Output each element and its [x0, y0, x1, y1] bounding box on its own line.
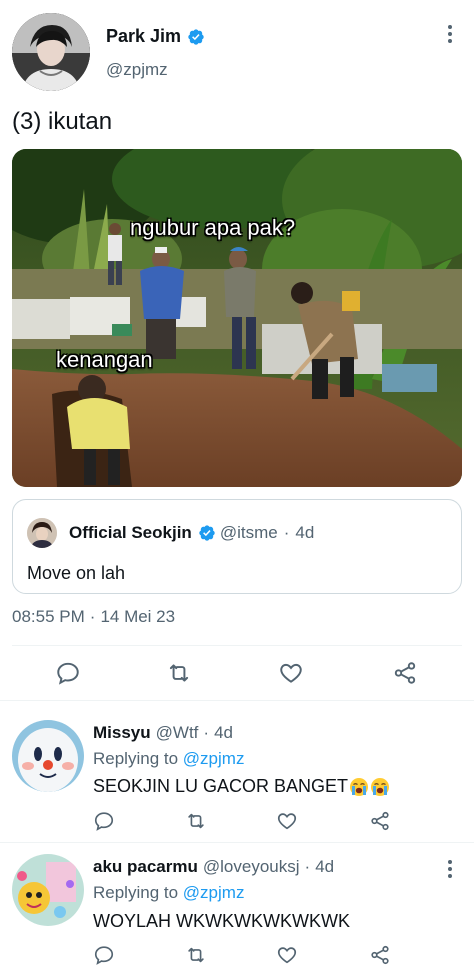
quoted-tweet[interactable]: Official Seokjin @itsme · 4d Move on lah — [12, 499, 462, 594]
divider — [12, 645, 462, 646]
reply-time: 4d — [315, 857, 335, 876]
reply-author-name[interactable]: aku pacarmu — [93, 857, 198, 877]
like-icon[interactable] — [275, 810, 299, 832]
loudly-crying-face-icon — [349, 777, 369, 797]
verified-badge-icon — [187, 28, 205, 46]
quote-text: Move on lah — [27, 563, 126, 583]
quote-verified-badge-icon — [198, 524, 216, 542]
author-name[interactable]: Park Jim — [106, 26, 181, 47]
author-handle[interactable]: @zpjmz — [106, 60, 168, 80]
tweet-timestamp[interactable]: 08:55 PM · 14 Mei 23 — [12, 607, 175, 627]
quote-header: Official Seokjin @itsme · 4d — [69, 523, 314, 543]
replying-to-mention[interactable]: @zpjmz — [183, 883, 245, 902]
replying-to: Replying to @zpjmz — [93, 749, 244, 769]
reply-text: WOYLAH WKWKWKWKWKWK — [93, 911, 350, 931]
quote-author-name: Official Seokjin — [69, 523, 192, 542]
meme-caption-top: ngubur apa pak? — [130, 215, 296, 240]
retweet-icon[interactable] — [184, 944, 208, 966]
replying-to: Replying to @zpjmz — [93, 883, 244, 903]
divider — [0, 700, 474, 701]
reply-time: 4d — [214, 723, 233, 742]
timestamp-separator: · — [89, 607, 96, 626]
reply-icon[interactable] — [55, 660, 81, 686]
replying-to-prefix: Replying to — [93, 883, 179, 902]
reply-header: Missyu @Wtf · 4d — [93, 723, 233, 743]
like-icon[interactable] — [277, 660, 305, 686]
quote-author-handle: @itsme — [219, 523, 278, 542]
reply-text: SEOKJIN LU GACOR BANGET — [93, 776, 349, 796]
reply-header: aku pacarmu @loveyouksj · 4d — [93, 857, 334, 877]
author-avatar[interactable] — [12, 13, 90, 91]
tweet-text: (3) ikutan — [12, 108, 113, 135]
reply-icon[interactable] — [93, 944, 115, 966]
replying-to-mention[interactable]: @zpjmz — [183, 749, 245, 768]
share-icon[interactable] — [369, 944, 391, 966]
more-options-icon[interactable] — [440, 857, 460, 881]
author-name-row[interactable]: Park Jim — [106, 26, 205, 47]
quote-avatar — [27, 518, 57, 548]
reply-text-row: SEOKJIN LU GACOR BANGET — [93, 776, 390, 797]
quote-time: 4d — [295, 523, 315, 542]
reply-author-handle[interactable]: @loveyouksj — [203, 857, 300, 877]
meme-caption-left: kenangan — [56, 347, 153, 372]
reply-separator: · — [203, 723, 210, 742]
replying-to-prefix: Replying to — [93, 749, 179, 768]
reply-avatar[interactable] — [12, 854, 84, 926]
more-options-icon[interactable] — [440, 22, 460, 46]
share-icon[interactable] — [369, 810, 391, 832]
reply-avatar[interactable] — [12, 720, 84, 792]
loudly-crying-face-icon — [370, 777, 390, 797]
retweet-icon[interactable] — [184, 810, 208, 832]
share-icon[interactable] — [392, 660, 418, 686]
divider — [0, 842, 474, 843]
timestamp-time: 08:55 PM — [12, 607, 85, 626]
retweet-icon[interactable] — [165, 660, 193, 686]
reply-separator: · — [304, 857, 311, 876]
reply-author-handle[interactable]: @Wtf — [156, 723, 199, 743]
reply-icon[interactable] — [93, 810, 115, 832]
like-icon[interactable] — [275, 944, 299, 966]
tweet-image[interactable]: ngubur apa pak? kenangan — [12, 149, 462, 487]
quote-separator: · — [283, 523, 290, 542]
reply-author-name[interactable]: Missyu — [93, 723, 151, 743]
timestamp-date: 14 Mei 23 — [100, 607, 176, 626]
